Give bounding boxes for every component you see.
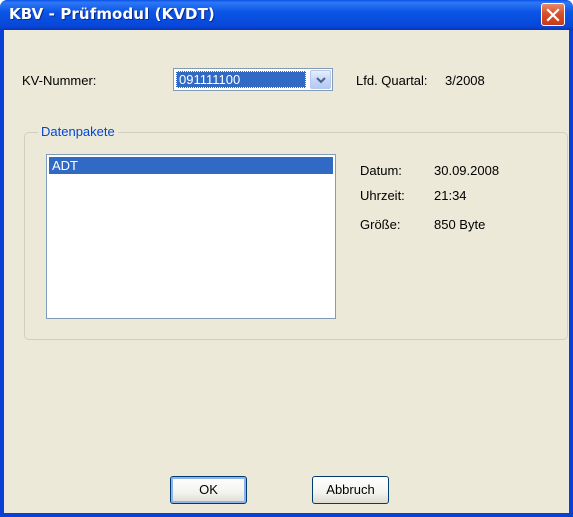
quarter-label: Lfd. Quartal: [356, 73, 428, 88]
date-label: Datum: [360, 163, 402, 178]
data-packages-title: Datenpakete [38, 124, 118, 139]
cancel-button[interactable]: Abbruch [312, 476, 389, 504]
chevron-down-icon [316, 77, 326, 84]
kv-number-combobox[interactable]: 091111100 [173, 68, 333, 91]
dialog-window: KBV - Prüfmodul (KVDT) KV-Nummer: 091111… [0, 0, 573, 517]
title-bar[interactable]: KBV - Prüfmodul (KVDT) [0, 0, 573, 30]
date-value: 30.09.2008 [434, 163, 500, 178]
ok-button[interactable]: OK [170, 476, 247, 504]
kv-number-label: KV-Nummer: [22, 73, 97, 88]
dialog-body: KV-Nummer: 091111100 Lfd. Quartal: 3/200… [4, 30, 569, 513]
window-title: KBV - Prüfmodul (KVDT) [9, 5, 215, 23]
close-icon [546, 8, 560, 22]
list-item[interactable]: ADT [49, 157, 333, 174]
size-value: 850 Byte [434, 217, 486, 232]
size-label: Größe: [360, 217, 401, 232]
data-packages-list[interactable]: ADT [46, 154, 336, 319]
quarter-value: 3/2008 [445, 73, 485, 88]
kv-number-value: 091111100 [176, 71, 306, 88]
kv-number-dropdown-button[interactable] [310, 70, 331, 89]
time-label: Uhrzeit: [360, 188, 405, 203]
close-button[interactable] [541, 3, 565, 26]
time-value: 21:34 [434, 188, 467, 203]
